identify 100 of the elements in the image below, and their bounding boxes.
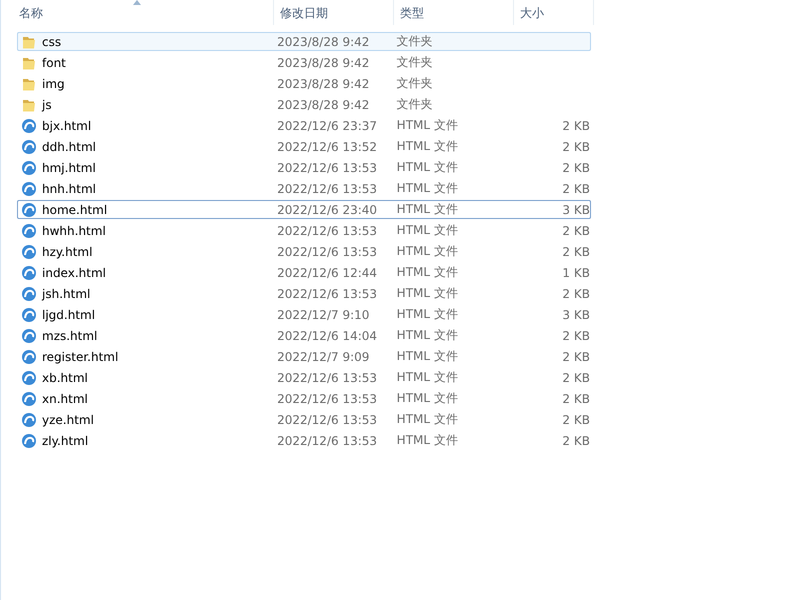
modified-date: 2022/12/6 13:53 (277, 160, 378, 174)
file-row[interactable]: zly.html 2022/12/6 13:53 HTML 文件 2 KB (17, 431, 591, 450)
file-row[interactable]: ddh.html 2022/12/6 13:52 HTML 文件 2 KB (17, 137, 591, 156)
file-name: index.html (42, 266, 106, 280)
file-row[interactable]: jsh.html 2022/12/6 13:53 HTML 文件 2 KB (17, 284, 591, 303)
modified-date: 2022/12/6 13:53 (277, 286, 378, 300)
browser-icon (21, 138, 37, 154)
file-name: css (42, 34, 62, 48)
file-row[interactable]: hnh.html 2022/12/6 13:53 HTML 文件 2 KB (17, 179, 591, 198)
browser-icon (21, 202, 37, 218)
file-size: 2 KB (562, 286, 590, 300)
file-name: home.html (42, 202, 108, 216)
column-header[interactable]: 名称 (1, 0, 274, 25)
file-size: 2 KB (562, 182, 590, 196)
file-name: ddh.html (42, 140, 96, 154)
browser-icon (21, 118, 37, 134)
file-row[interactable]: js 2023/8/28 9:42 文件夹 (17, 95, 591, 114)
file-type: HTML 文件 (396, 432, 458, 449)
file-row[interactable]: home.html 2022/12/6 23:40 HTML 文件 3 KB (17, 200, 591, 219)
file-row[interactable]: hmj.html 2022/12/6 13:53 HTML 文件 2 KB (17, 158, 591, 177)
file-type: HTML 文件 (396, 411, 458, 428)
file-name: js (42, 98, 52, 112)
browser-icon (21, 412, 37, 428)
file-row[interactable]: bjx.html 2022/12/6 23:37 HTML 文件 2 KB (17, 116, 591, 135)
modified-date: 2022/12/7 9:10 (277, 308, 370, 322)
file-type: HTML 文件 (396, 222, 458, 239)
file-size: 2 KB (562, 350, 590, 364)
modified-date: 2022/12/6 12:44 (277, 266, 378, 280)
file-row[interactable]: css 2023/8/28 9:42 文件夹 (17, 32, 591, 51)
modified-date: 2022/12/6 13:53 (277, 434, 378, 448)
file-name: hmj.html (42, 160, 96, 174)
file-row[interactable]: ljgd.html 2022/12/7 9:10 HTML 文件 3 KB (17, 305, 591, 324)
file-type: HTML 文件 (396, 138, 458, 155)
column-header[interactable]: 修改日期 (274, 0, 394, 25)
file-type: HTML 文件 (396, 306, 458, 323)
file-type: HTML 文件 (396, 180, 458, 197)
file-type: HTML 文件 (396, 285, 458, 302)
browser-icon (21, 180, 37, 196)
browser-icon (21, 390, 37, 406)
file-row[interactable]: font 2023/8/28 9:42 文件夹 (17, 53, 591, 72)
sort-arrow-icon (133, 0, 141, 5)
file-type: HTML 文件 (396, 117, 458, 134)
file-name: hzy.html (42, 244, 92, 258)
file-size: 1 KB (562, 266, 590, 280)
modified-date: 2023/8/28 9:42 (277, 34, 370, 48)
modified-date: 2023/8/28 9:42 (277, 76, 370, 90)
browser-icon (21, 306, 37, 322)
file-name: register.html (42, 350, 118, 364)
browser-icon (21, 348, 37, 364)
file-type: HTML 文件 (396, 201, 458, 218)
file-row[interactable]: hwhh.html 2022/12/6 13:53 HTML 文件 2 KB (17, 221, 591, 240)
modified-date: 2022/12/6 13:53 (277, 412, 378, 426)
file-type: HTML 文件 (396, 159, 458, 176)
file-size: 3 KB (562, 308, 590, 322)
file-size: 2 KB (562, 224, 590, 238)
modified-date: 2022/12/6 23:40 (277, 202, 378, 216)
file-name: hwhh.html (42, 224, 106, 238)
file-name: xb.html (42, 370, 88, 384)
file-name: font (42, 56, 66, 70)
column-header[interactable]: 类型 (394, 0, 514, 25)
file-size: 2 KB (562, 160, 590, 174)
column-header[interactable]: 大小 (514, 0, 594, 25)
file-row[interactable]: mzs.html 2022/12/6 14:04 HTML 文件 2 KB (17, 326, 591, 345)
file-row[interactable]: xb.html 2022/12/6 13:53 HTML 文件 2 KB (17, 368, 591, 387)
browser-icon (21, 160, 37, 176)
file-row[interactable]: yze.html 2022/12/6 13:53 HTML 文件 2 KB (17, 410, 591, 429)
file-name: zly.html (42, 434, 88, 448)
browser-icon (21, 244, 37, 260)
file-name: ljgd.html (42, 308, 96, 322)
file-row[interactable]: index.html 2022/12/6 12:44 HTML 文件 1 KB (17, 263, 591, 282)
file-row[interactable]: img 2023/8/28 9:42 文件夹 (17, 74, 591, 93)
file-name: yze.html (42, 412, 94, 426)
file-type: 文件夹 (396, 96, 433, 113)
modified-date: 2022/12/6 13:53 (277, 392, 378, 406)
modified-date: 2022/12/6 13:53 (277, 370, 378, 384)
file-size: 2 KB (562, 140, 590, 154)
file-name: hnh.html (42, 182, 96, 196)
browser-icon (21, 264, 37, 280)
file-type: 文件夹 (396, 33, 433, 50)
file-size: 2 KB (562, 328, 590, 342)
modified-date: 2022/12/6 13:53 (277, 224, 378, 238)
file-name: bjx.html (42, 118, 92, 132)
file-size: 2 KB (562, 412, 590, 426)
browser-icon (21, 432, 37, 448)
file-name: mzs.html (42, 328, 98, 342)
file-row[interactable]: register.html 2022/12/7 9:09 HTML 文件 2 KB (17, 347, 591, 366)
modified-date: 2022/12/6 14:04 (277, 328, 378, 342)
file-type: HTML 文件 (396, 369, 458, 386)
file-name: jsh.html (42, 286, 90, 300)
modified-date: 2022/12/7 9:09 (277, 350, 370, 364)
file-name: img (42, 76, 65, 90)
modified-date: 2022/12/6 23:37 (277, 118, 378, 132)
modified-date: 2022/12/6 13:52 (277, 140, 378, 154)
browser-icon (21, 370, 37, 386)
file-row[interactable]: xn.html 2022/12/6 13:53 HTML 文件 2 KB (17, 389, 591, 408)
file-size: 2 KB (562, 118, 590, 132)
file-type: HTML 文件 (396, 243, 458, 260)
file-row[interactable]: hzy.html 2022/12/6 13:53 HTML 文件 2 KB (17, 242, 591, 261)
file-type: 文件夹 (396, 54, 433, 71)
file-type: HTML 文件 (396, 264, 458, 281)
